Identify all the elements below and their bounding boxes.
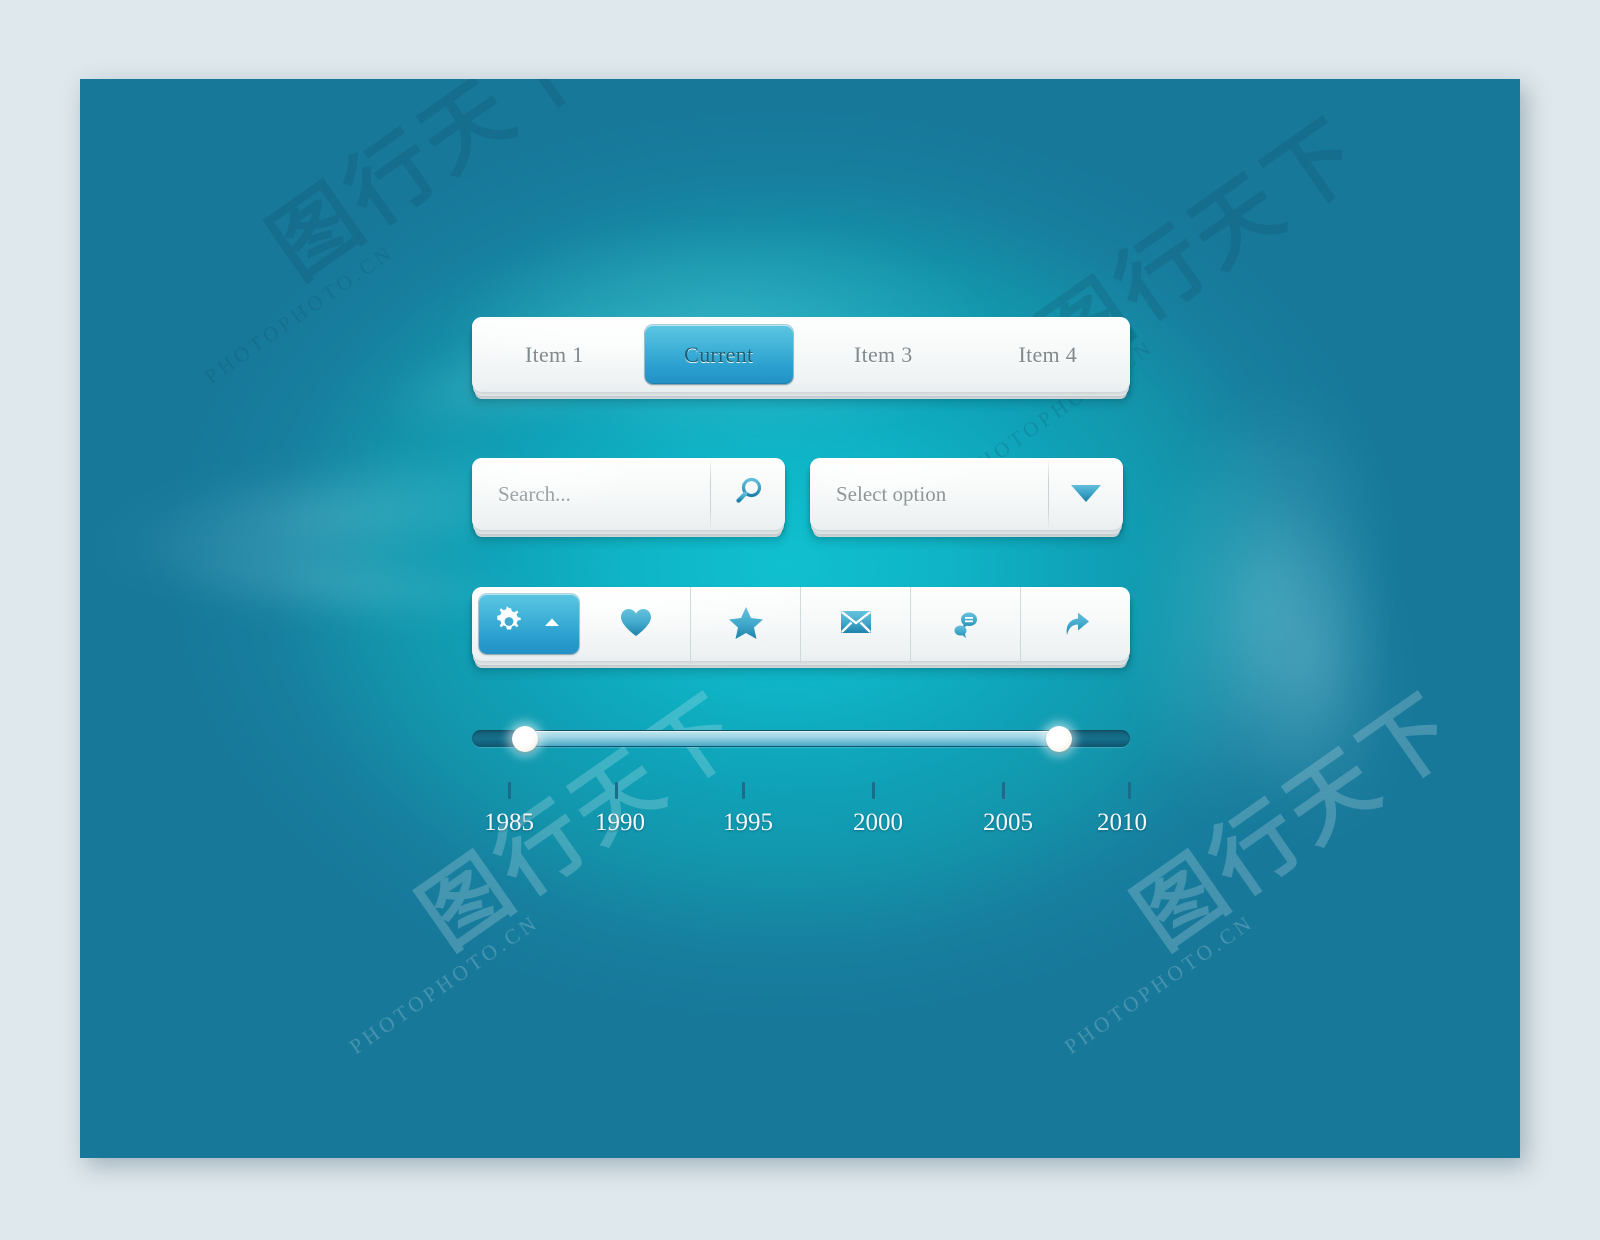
tab-item-4[interactable]: Item 4 (966, 317, 1131, 392)
tab-item-1[interactable]: Item 1 (472, 317, 637, 392)
star-icon (728, 605, 764, 644)
slider-tick (615, 782, 618, 799)
tab-label: Item 3 (853, 341, 913, 367)
caret-up-icon (542, 615, 562, 634)
segmented-tab-bar: Item 1 Current Item 3 Item 4 (472, 317, 1130, 392)
tab-label: Item 4 (1018, 341, 1078, 367)
watermark-brand: 图行天下 (1117, 675, 1476, 969)
backdrop-wisp (1203, 490, 1417, 838)
tab-label: Current (684, 341, 754, 367)
share-arrow-icon (1059, 606, 1093, 643)
slider-tick (508, 782, 511, 799)
watermark-site: PHOTOPHOTO.CN (1060, 909, 1259, 1059)
slider-tick (1128, 782, 1131, 799)
slider-tick (1002, 782, 1005, 799)
search-icon (731, 475, 765, 514)
watermark-brand: 图行天下 (252, 79, 611, 299)
watermark-site: PHOTOPHOTO.CN (200, 239, 399, 389)
ui-kit-canvas: 图行天下 PHOTOPHOTO.CN 图行天下 PHOTOPHOTO.CN 图行… (80, 79, 1520, 1158)
year-range-slider: 1985 1990 1995 2000 2005 2010 (472, 719, 1147, 849)
slider-tick-label: 1990 (595, 809, 645, 836)
select-toggle-button[interactable] (1049, 458, 1123, 530)
slider-tick-label: 2000 (853, 809, 903, 836)
slider-selected-range (524, 731, 1059, 746)
slider-tick-label: 1985 (484, 809, 534, 836)
toolbar-button-share[interactable] (1021, 587, 1130, 661)
slider-tick (872, 782, 875, 799)
chat-bubble-icon (948, 605, 984, 644)
select-selected-label: Select option (836, 481, 947, 506)
toolbar-button-favorite[interactable] (581, 587, 691, 661)
slider-handle-low[interactable] (512, 726, 538, 752)
heart-icon (619, 606, 653, 643)
select-value[interactable]: Select option (810, 458, 1048, 530)
slider-tick-label: 2005 (983, 809, 1033, 836)
slider-tick-label: 1995 (723, 809, 773, 836)
watermark-site: PHOTOPHOTO.CN (345, 909, 544, 1059)
toolbar-button-settings[interactable] (472, 587, 581, 661)
backdrop-wisp (1104, 371, 1416, 837)
toolbar-button-mail[interactable] (801, 587, 911, 661)
search-button[interactable] (711, 458, 785, 530)
slider-tick (742, 782, 745, 799)
tab-label: Item 1 (524, 341, 584, 367)
page-root: 图行天下 PHOTOPHOTO.CN 图行天下 PHOTOPHOTO.CN 图行… (0, 0, 1600, 1240)
chevron-down-icon (1067, 477, 1105, 512)
search-field: Search... (472, 458, 785, 530)
search-input[interactable]: Search... (472, 458, 710, 530)
icon-toolbar (472, 587, 1130, 661)
slider-handle-high[interactable] (1046, 726, 1072, 752)
toolbar-button-comments[interactable] (911, 587, 1021, 661)
toolbar-button-star[interactable] (691, 587, 801, 661)
envelope-icon (839, 608, 873, 641)
slider-tick-label: 2010 (1097, 809, 1147, 836)
tab-item-3[interactable]: Item 3 (801, 317, 966, 392)
search-placeholder: Search... (498, 481, 571, 506)
gear-icon (492, 605, 526, 644)
tab-current[interactable]: Current (637, 317, 802, 392)
select-dropdown[interactable]: Select option (810, 458, 1123, 530)
